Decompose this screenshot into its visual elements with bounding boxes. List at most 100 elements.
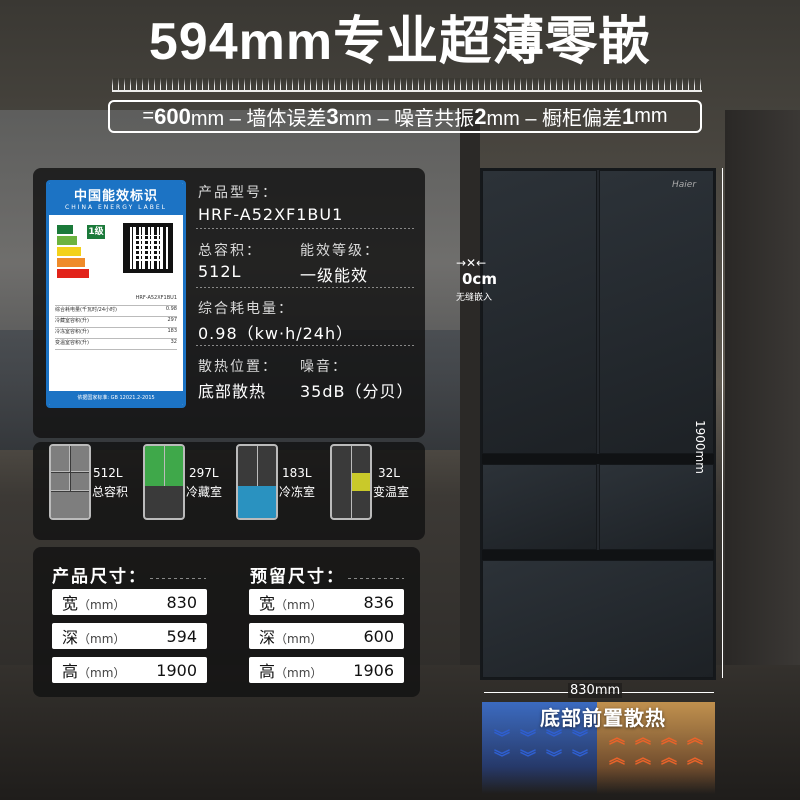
- energy-label-model-row: HRF-A52XF1BU1: [55, 295, 177, 306]
- chevron-down-icon: ︾: [520, 728, 537, 747]
- compartment-total-name: 总容积: [92, 485, 129, 499]
- chevron-down-icon: ︾: [494, 728, 511, 747]
- energy-grade-badge: 1级: [87, 225, 105, 239]
- grade-bar-1: [57, 225, 73, 234]
- grade-label: 能效等级：: [300, 243, 380, 259]
- energy-row-value: 0.98: [165, 306, 177, 312]
- divider: [196, 228, 414, 229]
- energy-label-row: 变温室容积(升) 32: [55, 339, 177, 350]
- energy-row-value: 32: [170, 339, 177, 345]
- energy-row-key: 冷藏室容积(升): [55, 318, 89, 324]
- size-unit: （mm）: [275, 666, 323, 680]
- compartment-fridge-icon: [143, 444, 185, 520]
- size-value: 594: [166, 626, 197, 646]
- size-key-label: 高: [259, 662, 276, 681]
- fridge-bottom-drawer: [482, 560, 714, 678]
- energy-row-key: 变温室容积(升): [55, 340, 89, 346]
- compartment-total-num: 512L: [93, 466, 123, 480]
- icon-divider: [257, 446, 258, 486]
- size-unit: （mm）: [78, 632, 126, 646]
- volume-label: 总容积：: [198, 243, 262, 259]
- size-value: 1900: [156, 660, 197, 680]
- gap-text: 无缝嵌入: [456, 293, 493, 303]
- refrigerator: [480, 168, 716, 680]
- chevron-down-icon: ︾: [494, 748, 511, 767]
- model-label: 产品型号：: [198, 185, 278, 201]
- ruler-decoration: [112, 78, 702, 92]
- compartment-fridge-num: 297L: [189, 466, 219, 480]
- formula-text-1: mm – 墙体误差: [190, 108, 327, 130]
- energy-label-title: 中国能效标识: [73, 189, 158, 204]
- divider: [196, 345, 414, 346]
- formula-value-3: 2: [474, 103, 487, 129]
- grade-bar-5: [57, 269, 89, 278]
- divider: [150, 578, 206, 579]
- grade-value: 一级能效: [300, 266, 369, 285]
- page-title: 594mm专业超薄零嵌: [148, 13, 652, 71]
- cabinet-left-column: [460, 110, 480, 670]
- reserved-size-title: 预留尺寸：: [250, 567, 345, 587]
- noise-value: 35dB（分贝）: [300, 382, 414, 401]
- icon-divider: [164, 446, 165, 486]
- dimension-formula: = 600 mm – 墙体误差 3 mm – 噪音共振 2 mm – 橱柜偏差 …: [108, 100, 702, 133]
- chevron-down-icon: ︾: [572, 748, 589, 767]
- size-value: 830: [166, 592, 197, 612]
- energy-row-value: 297: [167, 317, 177, 323]
- fridge-door-right: [599, 170, 714, 454]
- formula-prefix: =: [142, 105, 155, 127]
- energy-label-footer: 依据国家标准: GB 12021.2-2015: [49, 391, 183, 405]
- chevron-up-icon: ︽: [661, 748, 678, 767]
- height-dimension-line: [722, 168, 723, 678]
- icon-divider: [351, 446, 352, 518]
- size-unit: （mm）: [78, 666, 126, 680]
- fridge-drawer-left: [482, 464, 597, 550]
- volume-value: 512L: [198, 262, 242, 281]
- divider: [196, 287, 414, 288]
- product-width-row: 宽（mm） 830: [52, 589, 207, 615]
- formula-value-1: 600: [154, 103, 191, 129]
- energy-label-subtitle: CHINA ENERGY LABEL: [65, 204, 167, 211]
- compartment-freezer-name: 冷冻室: [279, 485, 316, 499]
- energy-label: 中国能效标识 CHINA ENERGY LABEL 1级 HRF-A52XF1B…: [46, 180, 186, 408]
- size-value: 600: [363, 626, 394, 646]
- size-unit: （mm）: [275, 632, 323, 646]
- noise-label: 噪音：: [300, 359, 348, 375]
- compartment-freezer-num: 183L: [282, 466, 312, 480]
- product-depth-row: 深（mm） 594: [52, 623, 207, 649]
- energy-row-key: 冷冻室容积(升): [55, 329, 89, 335]
- compartment-total-icon: [49, 444, 91, 520]
- icon-cell: [51, 492, 89, 518]
- width-dimension-text: 830mm: [568, 683, 623, 698]
- qr-code-icon: [123, 223, 173, 273]
- icon-cell: [352, 473, 370, 491]
- gap-value: 0cm: [462, 270, 497, 288]
- cabinet-right: [725, 110, 800, 670]
- size-key: 高（mm）: [259, 658, 322, 682]
- energy-row-value: 183: [167, 328, 177, 334]
- energy-label-body: 1级 HRF-A52XF1BU1 综合耗电量(千瓦时/24小时) 0.98 冷藏室…: [49, 215, 183, 405]
- size-key-label: 深: [259, 628, 276, 647]
- product-height-row: 高（mm） 1900: [52, 657, 207, 683]
- energy-label-model: HRF-A52XF1BU1: [135, 295, 177, 301]
- power-value: 0.98（kw·h/24h）: [198, 324, 354, 343]
- energy-label-rows: HRF-A52XF1BU1 综合耗电量(千瓦时/24小时) 0.98 冷藏室容积(…: [55, 295, 177, 350]
- compartment-variable-num: 32L: [378, 466, 400, 480]
- energy-label-row: 冷藏室容积(升) 297: [55, 317, 177, 328]
- size-value: 1906: [353, 660, 394, 680]
- size-key-label: 深: [62, 628, 79, 647]
- grade-bar-4: [57, 258, 85, 267]
- heat-position-label: 散热位置：: [198, 359, 278, 375]
- chevron-up-icon: ︽: [661, 728, 678, 747]
- chevron-up-icon: ︽: [609, 728, 626, 747]
- energy-label-row: 冷冻室容积(升) 183: [55, 328, 177, 339]
- size-key: 深（mm）: [62, 624, 125, 648]
- model-value: HRF-A52XF1BU1: [198, 205, 344, 224]
- compartment-variable-icon: [330, 444, 372, 520]
- brand-logo: Haier: [672, 180, 697, 190]
- grade-bar-2: [57, 236, 77, 245]
- chevron-up-icon: ︽: [635, 728, 652, 747]
- chevron-up-icon: ︽: [687, 728, 704, 747]
- gap-arrows-icon: →✕←: [456, 256, 487, 270]
- energy-row-key: 综合耗电量(千瓦时/24小时): [55, 307, 117, 313]
- size-key: 宽（mm）: [62, 590, 125, 614]
